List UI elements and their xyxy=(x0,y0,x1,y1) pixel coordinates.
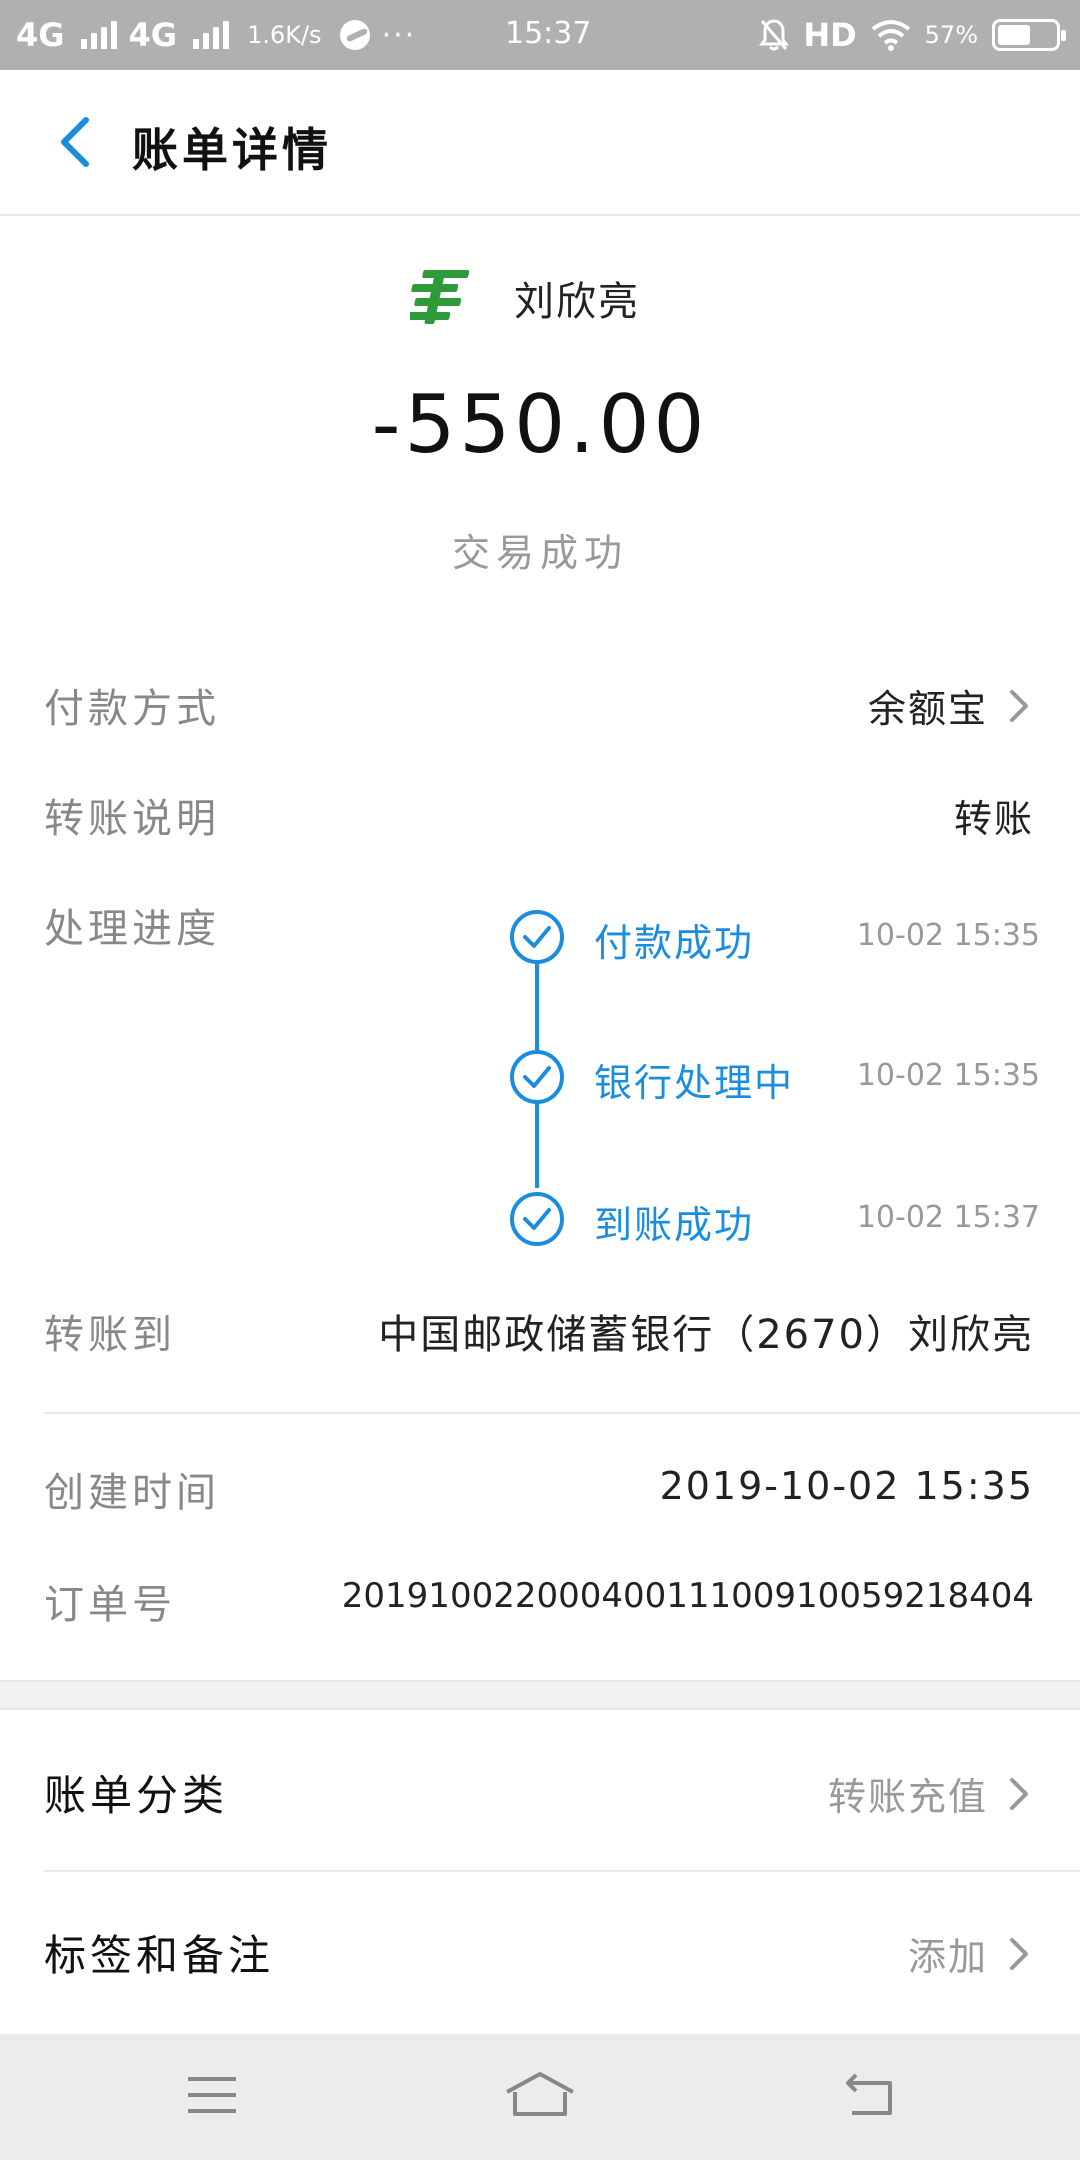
network-type-2: 4G xyxy=(128,16,178,54)
bill-category-label: 账单分类 xyxy=(44,1771,229,1820)
signal-icon xyxy=(80,21,117,49)
tags-notes-value-wrap: 添加 xyxy=(908,1926,1034,1981)
wifi-icon xyxy=(871,20,910,51)
system-nav-bar xyxy=(0,2034,1080,2160)
top-app-bar: 账单详情 xyxy=(0,70,1080,216)
check-circle-icon xyxy=(510,910,564,964)
hd-indicator: HD xyxy=(803,16,857,54)
tags-notes-label: 标签和备注 xyxy=(44,1931,275,1980)
tags-notes-value: 添加 xyxy=(907,1935,988,1979)
status-right: HD 57% xyxy=(759,16,1066,54)
app-notification-icon xyxy=(339,20,370,50)
transfer-note-value: 转账 xyxy=(953,797,1034,841)
check-circle-icon xyxy=(510,1192,564,1246)
progress-label: 处理进度 xyxy=(44,906,220,952)
home-button[interactable] xyxy=(500,2060,580,2130)
bill-category-value: 转账充值 xyxy=(827,1775,988,1819)
divider xyxy=(44,1412,1080,1414)
transaction-summary: 刘欣亮 -550.00 交易成功 xyxy=(0,216,1080,636)
transfer-note-label: 转账说明 xyxy=(44,796,220,842)
battery-percent: 57% xyxy=(924,21,978,49)
mute-bell-icon xyxy=(759,19,790,51)
page-title: 账单详情 xyxy=(132,123,332,177)
chevron-right-icon xyxy=(1010,1937,1028,1970)
payment-method-value: 余额宝 xyxy=(867,687,988,731)
return-icon xyxy=(846,2073,892,2115)
progress-timeline: 付款成功 10-02 15:35 银行处理中 10-02 15:35 到账成功 … xyxy=(500,904,1040,1247)
timeline-step: 银行处理中 10-02 15:35 xyxy=(500,1044,1040,1118)
divider xyxy=(44,1870,1080,1872)
menu-button[interactable] xyxy=(172,2060,252,2130)
timeline-step-time: 10-02 15:37 xyxy=(856,1200,1040,1235)
bill-category-value-wrap: 转账充值 xyxy=(828,1766,1034,1821)
chevron-left-icon xyxy=(61,117,89,167)
transfer-to-value: 中国邮政储蓄银行（2670）刘欣亮 xyxy=(378,1312,1034,1358)
back-button[interactable] xyxy=(44,112,104,172)
payee-name: 刘欣亮 xyxy=(514,279,640,325)
created-time-value: 2019-10-02 15:35 xyxy=(659,1464,1034,1508)
timeline-step: 付款成功 10-02 15:35 xyxy=(500,904,1040,978)
check-circle-icon xyxy=(510,1050,564,1104)
signal-icon-2 xyxy=(193,21,230,49)
battery-icon xyxy=(992,19,1066,51)
status-left: 4G 4G 1.6K/s ··· xyxy=(16,16,416,54)
network-type: 4G xyxy=(16,16,65,54)
payment-method-value-wrap: 余额宝 xyxy=(868,678,1034,733)
menu-icon xyxy=(188,2077,236,2113)
created-time-label: 创建时间 xyxy=(44,1470,220,1516)
timeline-step-time: 10-02 15:35 xyxy=(856,1058,1040,1093)
timeline-step-text: 银行处理中 xyxy=(594,1061,795,1105)
timeline-step: 到账成功 10-02 15:37 xyxy=(500,1186,1040,1260)
status-bar: 4G 4G 1.6K/s ··· 15:37 HD 57% xyxy=(0,0,1080,70)
chevron-right-icon xyxy=(1010,689,1028,722)
back-nav-button[interactable] xyxy=(830,2060,910,2130)
transaction-status: 交易成功 xyxy=(451,531,628,575)
home-icon xyxy=(506,2072,574,2116)
transfer-to-label: 转账到 xyxy=(44,1312,176,1358)
timeline-step-text: 到账成功 xyxy=(594,1203,755,1247)
china-post-logo-icon xyxy=(410,270,470,324)
timeline-step-text: 付款成功 xyxy=(594,921,755,965)
payment-method-label: 付款方式 xyxy=(44,686,220,732)
order-number-value: 20191002200040011100910059218404 xyxy=(341,1576,1034,1616)
timeline-step-time: 10-02 15:35 xyxy=(856,918,1040,953)
network-speed: 1.6K/s xyxy=(247,21,322,49)
section-separator xyxy=(0,1680,1080,1710)
payee: 刘欣亮 xyxy=(410,268,640,328)
transaction-amount: -550.00 xyxy=(371,378,709,471)
more-notifications-icon: ··· xyxy=(381,17,417,53)
order-number-label: 订单号 xyxy=(44,1582,176,1628)
status-time: 15:37 xyxy=(505,16,592,51)
chevron-right-icon xyxy=(1010,1777,1028,1810)
